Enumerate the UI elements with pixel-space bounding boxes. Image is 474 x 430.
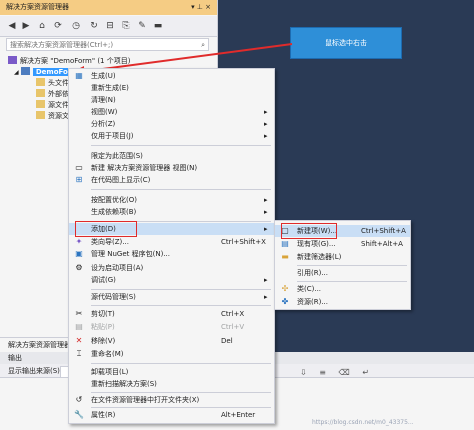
menu-item-project-only[interactable]: 仅用于项目(J) ▸ [69,130,274,142]
menu-separator [91,407,271,408]
add-submenu: ▢ 新建项(W)... Ctrl+Shift+A ▤ 现有项(G)... Shift+A… [274,220,411,310]
menu-item-remove[interactable]: ✕ 移除(V) Del [69,335,274,347]
menu-separator [91,289,271,290]
menu-item-cut[interactable]: ✂ 剪切(T) Ctrl+X [69,308,274,320]
submenu-item-existing-item[interactable]: ▤ 现有项(G)... Shift+Alt+A [275,238,410,250]
menu-item-unload[interactable]: 卸载项目(L) [69,366,274,378]
menu-item-scope[interactable]: 限定为此范围(S) [69,150,274,162]
menu-item-paste[interactable]: ▤ 粘贴(P) Ctrl+V [69,321,274,333]
menu-item-analyze[interactable]: 分析(Z) ▸ [69,118,274,130]
submenu-item-new-filter[interactable]: ▬ 新建筛选器(L) [275,251,410,263]
submenu-item-reference[interactable]: 引用(R)... [275,267,410,279]
class-icon: ✣ [281,284,289,293]
submenu-item-class[interactable]: ✣ 类(C)... [275,283,410,295]
menu-item-properties[interactable]: 🔧 属性(R) Alt+Enter [69,409,274,421]
paste-icon: ▤ [75,322,83,331]
cut-icon: ✂ [75,309,83,318]
resource-icon: ✤ [281,297,289,306]
menu-separator [91,305,271,306]
menu-item-nuget[interactable]: ▣ 管理 NuGet 程序包(N)... [69,248,274,260]
menu-item-rebuild[interactable]: 重新生成(E) [69,82,274,94]
highlight-box-new-item [281,223,337,239]
menu-item-code-map[interactable]: ⊞ 在代码图上显示(C) [69,174,274,186]
wrench-icon: 🔧 [74,410,84,419]
menu-item-source-control[interactable]: 源代码管理(S) ▸ [69,291,274,303]
menu-separator [297,281,407,282]
folder-icon: ↺ [75,395,83,404]
submenu-item-resource[interactable]: ✤ 资源(R)... [275,296,410,308]
menu-separator [91,392,271,393]
menu-separator [297,265,407,266]
rename-icon: ⌶ [76,349,82,358]
menu-separator [91,145,271,146]
menu-item-pgo[interactable]: 按配置优化(O) ▸ [69,194,274,206]
menu-separator [91,189,271,190]
class-wizard-icon: ✦ [75,237,83,246]
menu-separator [91,363,271,364]
menu-item-build[interactable]: ▦ 生成(U) [69,70,274,82]
menu-item-clean[interactable]: 清理(N) [69,94,274,106]
menu-item-debug[interactable]: 调试(G) ▸ [69,274,274,286]
project-context-menu: ▦ 生成(U) 重新生成(E) 清理(N) 视图(W) ▸ 分析(Z) ▸ 仅用于项目… [68,68,275,424]
remove-icon: ✕ [75,336,83,345]
menu-item-rescan[interactable]: 重新扫描解决方案(S) [69,378,274,390]
code-map-icon: ⊞ [75,175,83,184]
menu-item-view[interactable]: 视图(W) ▸ [69,106,274,118]
nuget-icon: ▣ [75,249,83,258]
folder-icon: ▬ [281,252,289,261]
menu-item-startup[interactable]: ⚙ 设为启动项目(A) [69,262,274,274]
menu-item-dependencies[interactable]: 生成依赖项(B) ▸ [69,206,274,218]
highlight-box-add [75,221,137,237]
existing-item-icon: ▤ [281,239,289,248]
gear-icon: ⚙ [75,263,83,272]
menu-item-open-folder[interactable]: ↺ 在文件资源管理器中打开文件夹(X) [69,394,274,406]
build-icon: ▦ [75,71,83,80]
menu-item-class-wizard[interactable]: ✦ 类向导(Z)... Ctrl+Shift+X [69,236,274,248]
new-view-icon: ▭ [75,163,83,172]
menu-item-new-view[interactable]: ▭ 新建 解决方案资源管理器 视图(N) [69,162,274,174]
menu-item-rename[interactable]: ⌶ 重命名(M) [69,348,274,360]
